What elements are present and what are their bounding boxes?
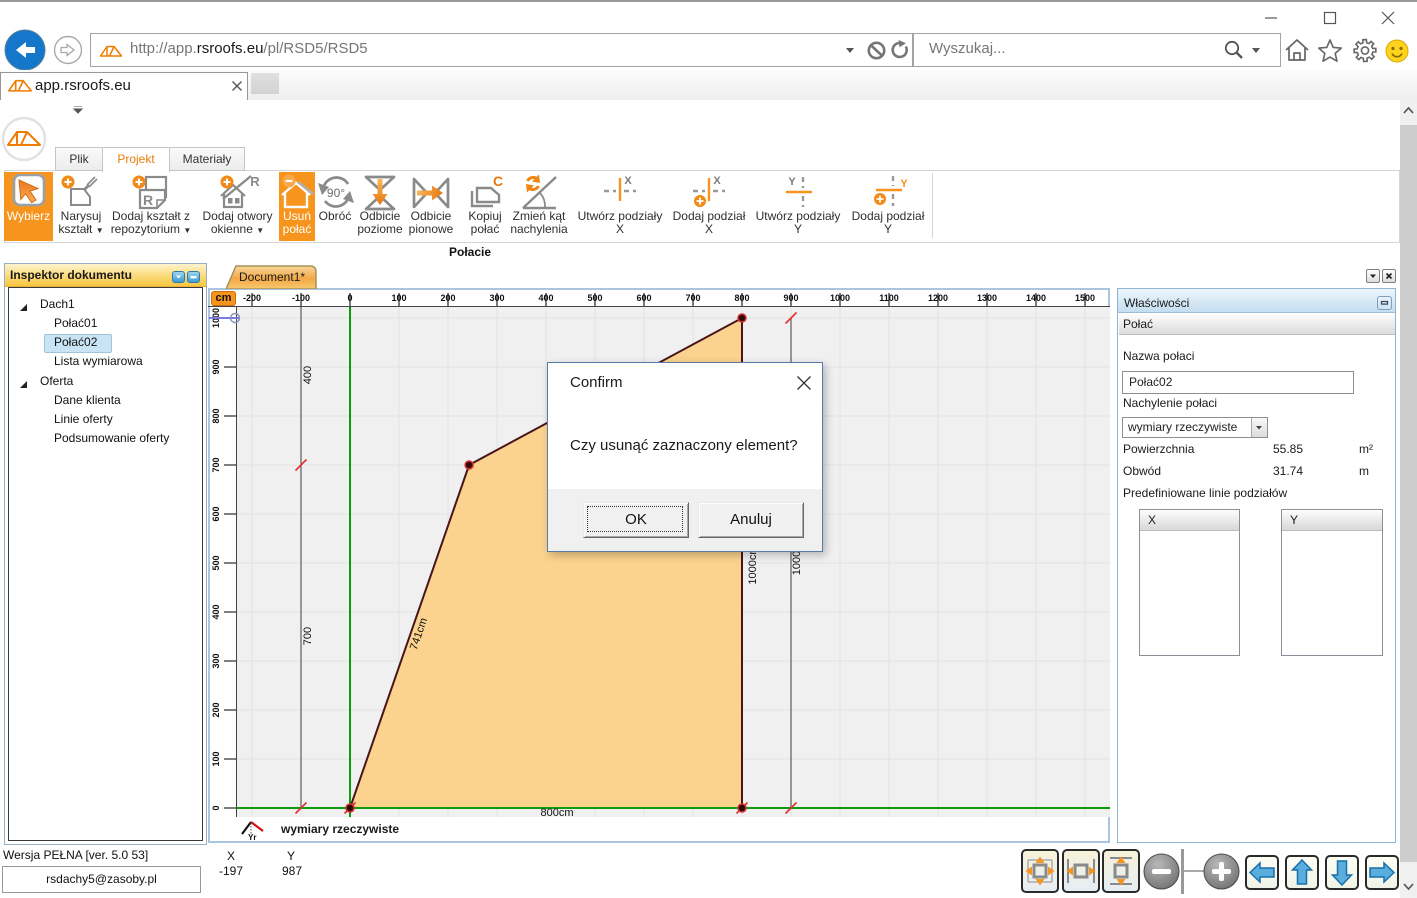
svg-text:1300: 1300 (977, 293, 997, 303)
svg-text:-200: -200 (243, 293, 261, 303)
svg-text:300: 300 (211, 653, 221, 668)
svg-text:1000: 1000 (791, 551, 803, 575)
svg-text:C: C (493, 174, 503, 189)
svg-text:200: 200 (211, 702, 221, 717)
svg-text:-100: -100 (292, 293, 310, 303)
svg-text:300: 300 (489, 293, 504, 303)
svg-text:700: 700 (302, 627, 314, 645)
svg-text:800: 800 (734, 293, 749, 303)
svg-text:1100: 1100 (879, 293, 899, 303)
svg-text:90°: 90° (327, 186, 345, 200)
svg-text:100: 100 (391, 293, 406, 303)
svg-text:Yr: Yr (248, 833, 256, 840)
svg-text:200: 200 (440, 293, 455, 303)
svg-text:1200: 1200 (928, 293, 948, 303)
svg-text:600: 600 (211, 506, 221, 521)
svg-text:800: 800 (211, 408, 221, 423)
svg-text:500: 500 (587, 293, 602, 303)
svg-text:400: 400 (538, 293, 553, 303)
svg-text:X: X (713, 175, 721, 187)
svg-text:700: 700 (685, 293, 700, 303)
svg-text:600: 600 (636, 293, 651, 303)
svg-text:400: 400 (211, 604, 221, 619)
svg-text:500: 500 (211, 555, 221, 570)
svg-text:X: X (624, 175, 632, 187)
svg-text:R: R (250, 174, 260, 189)
svg-text:700: 700 (211, 457, 221, 472)
svg-text:1000: 1000 (830, 293, 850, 303)
svg-text:1500: 1500 (1075, 293, 1095, 303)
svg-text:Y: Y (788, 176, 796, 188)
svg-text:0: 0 (347, 293, 352, 303)
svg-text:Document1*: Document1* (239, 270, 305, 284)
svg-text:400: 400 (302, 366, 314, 384)
svg-text:1400: 1400 (1026, 293, 1046, 303)
svg-text:R: R (143, 192, 153, 208)
svg-text:100: 100 (211, 751, 221, 766)
svg-text:Y: Y (900, 178, 908, 190)
svg-text:900: 900 (783, 293, 798, 303)
svg-text:0: 0 (211, 805, 221, 810)
svg-text:800cm: 800cm (540, 807, 573, 817)
svg-text:900: 900 (211, 359, 221, 374)
